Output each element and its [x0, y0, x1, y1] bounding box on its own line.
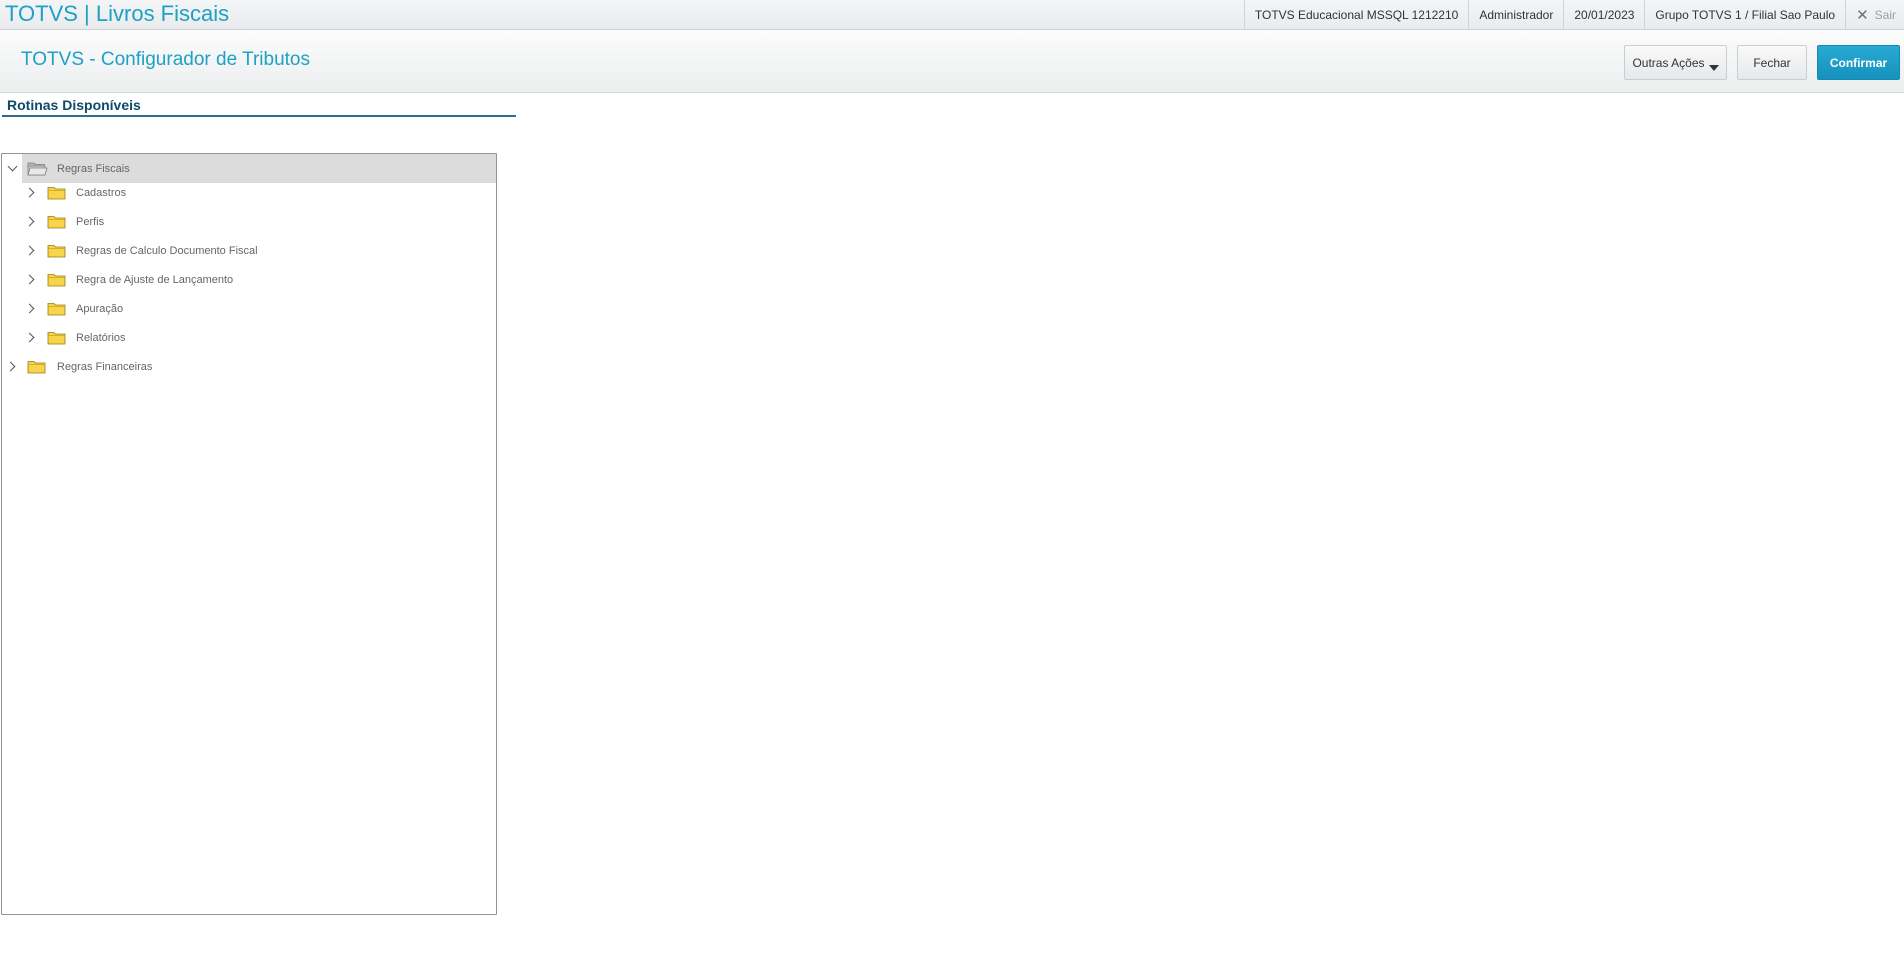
- other-actions-button[interactable]: Outras Ações: [1624, 45, 1727, 80]
- tree-node-label: Perfis: [76, 215, 105, 228]
- folder-icon: [47, 274, 66, 287]
- caret-down-icon: [1709, 65, 1719, 71]
- page-header: TOTVS - Configurador de Tributos Outras …: [0, 30, 1904, 93]
- tree-node-label: Regra de Ajuste de Lançamento: [76, 273, 234, 286]
- status-bar: TOTVS Educacional MSSQL 1212210 Administ…: [1243, 0, 1904, 29]
- chevron-right-icon[interactable]: [5, 361, 16, 372]
- confirm-button[interactable]: Confirmar: [1817, 45, 1900, 80]
- folder-icon: [47, 216, 66, 229]
- folder-icon: [47, 187, 66, 200]
- chevron-right-icon[interactable]: [24, 303, 35, 314]
- folder-icon: [27, 361, 46, 374]
- tree-node-perfis[interactable]: Perfis: [2, 207, 496, 236]
- tree-node-label: Regras Fiscais: [57, 162, 130, 175]
- tree-node-regra-ajuste[interactable]: Regra de Ajuste de Lançamento: [2, 265, 496, 294]
- logout-button[interactable]: ✕ Sair: [1845, 0, 1904, 29]
- other-actions-label: Outras Ações: [1632, 55, 1705, 70]
- environment-info[interactable]: TOTVS Educacional MSSQL 1212210: [1243, 0, 1468, 29]
- tree-node-label: Regras Financeiras: [57, 360, 153, 373]
- tree-node-cadastros[interactable]: Cadastros: [2, 178, 496, 207]
- tree-node-apuracao[interactable]: Apuração: [2, 294, 496, 323]
- chevron-right-icon[interactable]: [24, 274, 35, 285]
- folder-open-icon: [27, 162, 48, 176]
- folder-icon: [47, 245, 66, 258]
- close-button-label: Fechar: [1753, 55, 1791, 70]
- chevron-right-icon[interactable]: [24, 245, 35, 256]
- tree-node-label: Apuração: [76, 302, 124, 315]
- tree-node-regras-calculo[interactable]: Regras de Calculo Documento Fiscal: [2, 236, 496, 265]
- date-info[interactable]: 20/01/2023: [1563, 0, 1644, 29]
- folder-icon: [47, 332, 66, 345]
- chevron-right-icon[interactable]: [24, 332, 35, 343]
- page-title: TOTVS - Configurador de Tributos: [21, 49, 310, 70]
- tree-node-regras-financeiras[interactable]: Regras Financeiras: [2, 352, 496, 381]
- chevron-right-icon[interactable]: [24, 187, 35, 198]
- confirm-button-label: Confirmar: [1829, 55, 1888, 70]
- tree-node-label: Cadastros: [76, 186, 127, 199]
- company-info[interactable]: Grupo TOTVS 1 / Filial Sao Paulo: [1644, 0, 1845, 29]
- section-title: Rotinas Disponíveis: [7, 97, 141, 113]
- routines-tree[interactable]: Regras Fiscais Cadastros Perfis Regras d…: [1, 153, 497, 915]
- user-info[interactable]: Administrador: [1468, 0, 1563, 29]
- tree-node-relatorios[interactable]: Relatórios: [2, 323, 496, 352]
- chevron-right-icon[interactable]: [24, 216, 35, 227]
- tree-node-label: Relatórios: [76, 331, 126, 344]
- chevron-down-icon[interactable]: [7, 161, 18, 172]
- logout-label: Sair: [1874, 7, 1896, 22]
- tree-node-label: Regras de Calculo Documento Fiscal: [76, 244, 258, 257]
- app-title: TOTVS | Livros Fiscais: [5, 1, 230, 26]
- close-icon: ✕: [1856, 6, 1869, 24]
- folder-icon: [47, 303, 66, 316]
- close-button[interactable]: Fechar: [1737, 45, 1807, 80]
- section-divider: [2, 115, 516, 117]
- top-bar: TOTVS | Livros Fiscais TOTVS Educacional…: [0, 0, 1904, 30]
